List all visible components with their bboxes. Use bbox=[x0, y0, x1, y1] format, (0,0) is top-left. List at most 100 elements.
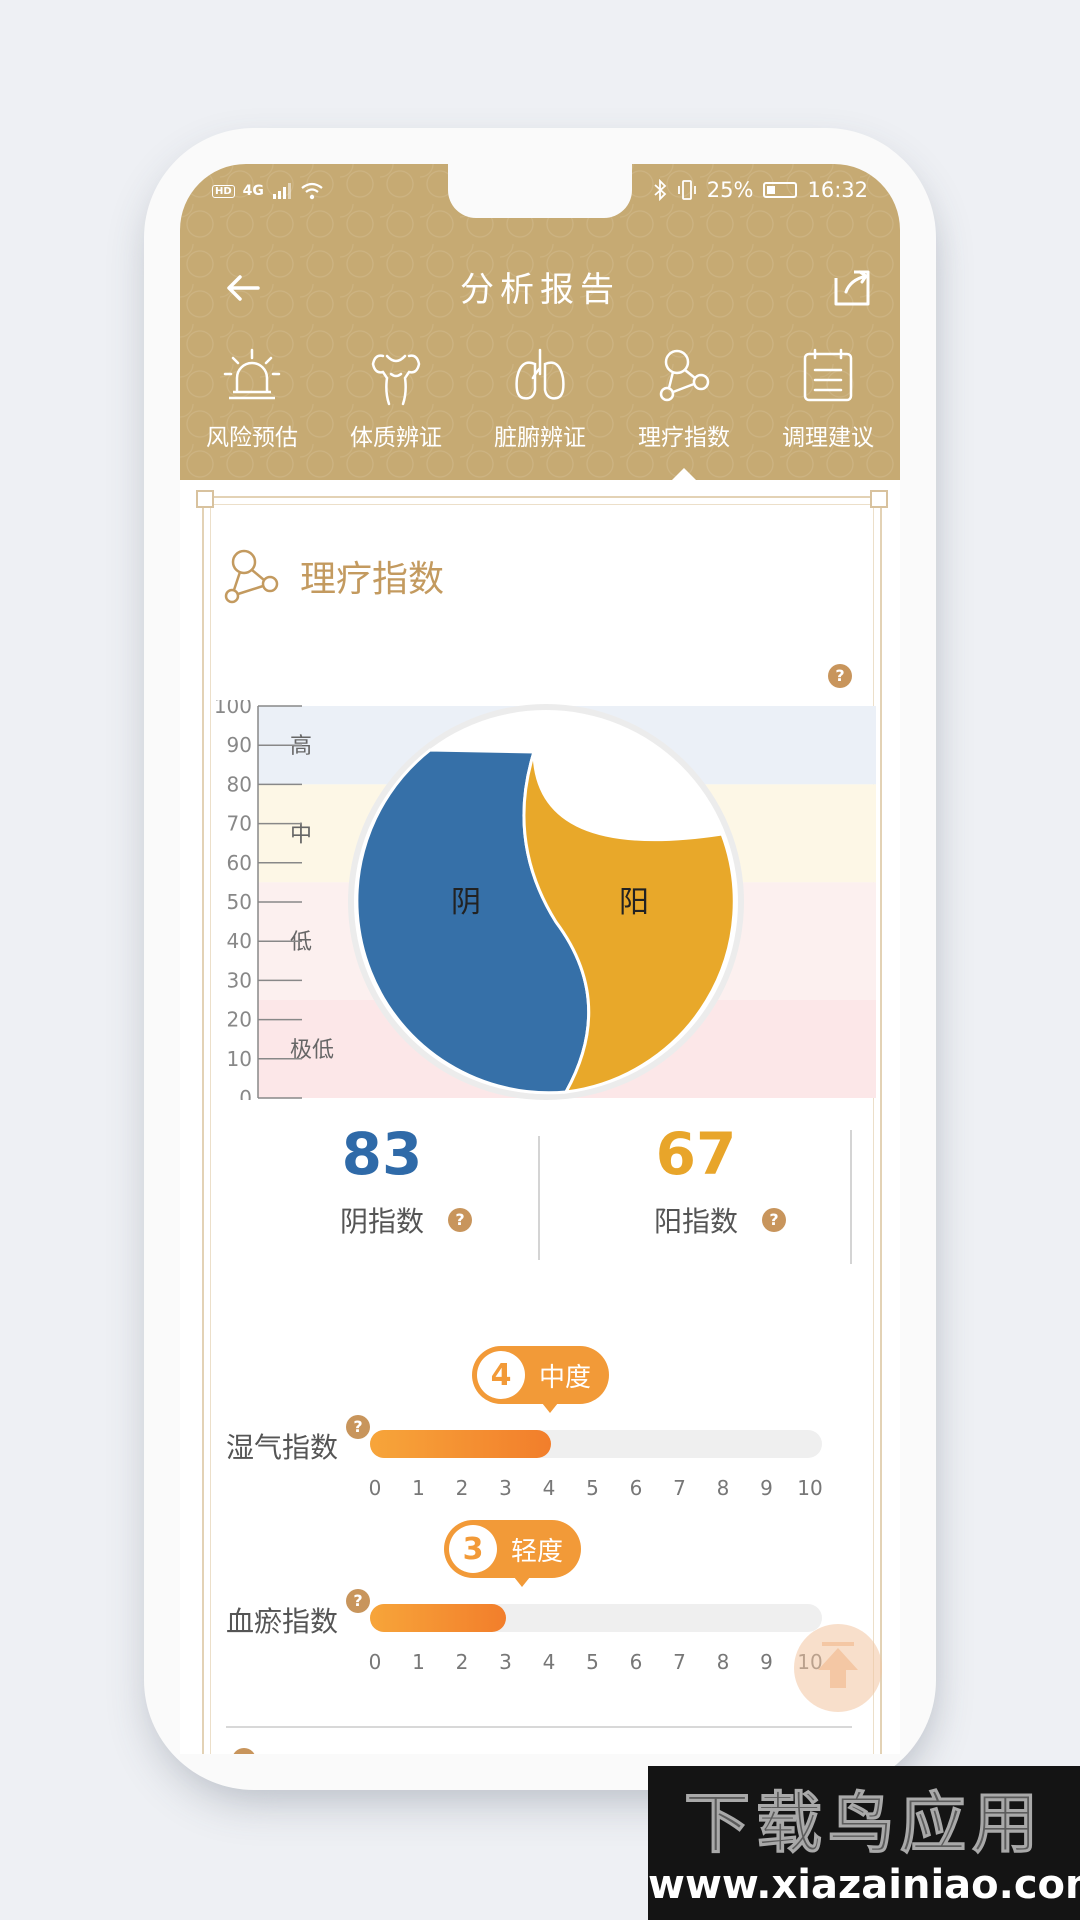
arrow-up-icon bbox=[818, 1642, 858, 1688]
y-tick-label: 90 bbox=[227, 733, 252, 757]
y-tick-label: 30 bbox=[227, 968, 252, 992]
bluetooth-icon bbox=[654, 179, 667, 201]
tab-advice[interactable]: 调理建议 bbox=[756, 344, 900, 480]
scale-tick: 9 bbox=[760, 1650, 773, 1674]
scale-tick: 10 bbox=[797, 1476, 823, 1500]
y-tick-label: 50 bbox=[227, 890, 252, 914]
signal-icon bbox=[272, 183, 291, 199]
bubble-pointer bbox=[542, 1403, 558, 1413]
battery-percent: 25% bbox=[706, 178, 754, 202]
dampness-index-label: 湿气指数 bbox=[226, 1431, 339, 1464]
blood-stasis-help-icon[interactable]: ? bbox=[346, 1589, 370, 1613]
yin-yang-chart: 高中低极低 100 90 80 70 60 50 40 30 20 10 0 阴阳 bbox=[200, 694, 880, 1110]
scale-tick: 9 bbox=[760, 1476, 773, 1500]
scale-tick: 1 bbox=[412, 1650, 425, 1674]
scale-tick: 6 bbox=[629, 1650, 643, 1674]
scale-tick: 7 bbox=[673, 1476, 686, 1500]
muscle-body-icon bbox=[371, 354, 421, 406]
band-label: 中 bbox=[290, 822, 312, 847]
yang-index-value: 67 bbox=[655, 1120, 737, 1188]
tab-bar: 风险预估 体质辨证 脏腑辨证 理疗指数 调理建议 bbox=[180, 344, 900, 482]
level-number: 3 bbox=[449, 1525, 497, 1573]
clipboard-icon bbox=[803, 348, 853, 402]
tab-label: 体质辨证 bbox=[350, 425, 442, 451]
yang-help-icon[interactable]: ? bbox=[762, 1208, 786, 1232]
tab-organs[interactable]: 脏腑辨证 bbox=[468, 344, 612, 480]
band-label: 低 bbox=[290, 930, 312, 955]
section-title: 理疗指数 bbox=[300, 559, 445, 600]
dampness-scale: 0 1 2 3 4 5 6 7 8 9 10 bbox=[360, 1476, 840, 1500]
frame-corner bbox=[870, 490, 888, 508]
status-bar-right: 25% 16:32 bbox=[653, 178, 868, 202]
dampness-progress-fill bbox=[370, 1430, 551, 1458]
scale-tick: 6 bbox=[629, 1476, 643, 1500]
dampness-help-icon[interactable]: ? bbox=[346, 1415, 370, 1439]
header: HD 4G 25% 16:32 分析报告 风险预估 体质辨证 脏腑辨证 理疗指数… bbox=[180, 164, 900, 482]
molecule-icon bbox=[659, 349, 710, 402]
camera-notch bbox=[448, 164, 632, 218]
scale-tick: 4 bbox=[542, 1650, 556, 1674]
tab-therapy-index[interactable]: 理疗指数 bbox=[612, 344, 756, 482]
scale-tick: 3 bbox=[499, 1476, 512, 1500]
chart-help-icon[interactable]: ? bbox=[828, 664, 852, 688]
y-tick-label: 40 bbox=[227, 929, 252, 953]
watermark: 下载鸟应用 www.xiazainiao.com bbox=[648, 1766, 1080, 1920]
y-tick-label: 60 bbox=[227, 851, 252, 875]
y-tick-label: 0 bbox=[239, 1086, 252, 1100]
scale-tick: 7 bbox=[673, 1650, 686, 1674]
scroll-to-top-button[interactable] bbox=[794, 1624, 882, 1712]
stats-divider bbox=[538, 1136, 540, 1260]
frame-corner bbox=[196, 490, 214, 508]
section-divider bbox=[226, 1726, 852, 1728]
y-tick-label: 70 bbox=[227, 812, 252, 836]
y-tick-label: 20 bbox=[227, 1008, 252, 1032]
tab-constitution[interactable]: 体质辨证 bbox=[324, 344, 468, 480]
yin-index-value: 83 bbox=[341, 1120, 423, 1188]
clock: 16:32 bbox=[807, 178, 868, 202]
blood-stasis-scale: 012345678910 bbox=[360, 1650, 840, 1674]
level-bubble: 4 中度 bbox=[472, 1346, 610, 1413]
y-tick-label: 80 bbox=[227, 772, 252, 796]
share-button[interactable] bbox=[828, 264, 876, 312]
level-bubble: 3 轻度 bbox=[444, 1520, 582, 1587]
bubble-pointer bbox=[514, 1577, 530, 1587]
scale-tick: 5 bbox=[586, 1650, 599, 1674]
scale-tick: 3 bbox=[499, 1650, 512, 1674]
scale-tick: 0 bbox=[368, 1476, 382, 1500]
scale-tick: 5 bbox=[586, 1476, 599, 1500]
dampness-progress-track bbox=[370, 1430, 822, 1458]
level-text: 轻度 bbox=[511, 1536, 564, 1567]
lungs-icon bbox=[515, 348, 565, 400]
scale-tick: 2 bbox=[455, 1476, 469, 1500]
wifi-icon bbox=[301, 182, 323, 200]
level-text: 中度 bbox=[539, 1362, 592, 1393]
stats-divider bbox=[850, 1130, 852, 1264]
scale-tick: 2 bbox=[455, 1650, 469, 1674]
blood-stasis-progress-fill bbox=[370, 1604, 506, 1632]
scale-tick: 4 bbox=[542, 1476, 556, 1500]
tab-label: 脏腑辨证 bbox=[494, 425, 586, 451]
page-title: 分析报告 bbox=[460, 270, 620, 310]
blood-stasis-index-label: 血瘀指数 bbox=[226, 1605, 339, 1638]
status-bar-left: HD 4G bbox=[212, 182, 324, 200]
alarm-light-icon bbox=[223, 348, 281, 400]
vibrate-icon bbox=[677, 180, 696, 200]
share-icon bbox=[834, 270, 870, 306]
report-content: 理疗指数 ? 高中低极低 100 90 80 70 60 50 40 30 20 10 0 阴阳 83 … bbox=[180, 480, 900, 1754]
tab-label: 风险预估 bbox=[206, 425, 298, 451]
tab-risk-estimate[interactable]: 风险预估 bbox=[180, 344, 324, 480]
band-label: 高 bbox=[290, 734, 312, 759]
battery-icon bbox=[763, 182, 798, 198]
blood-stasis-progress-track bbox=[370, 1604, 822, 1632]
tab-label: 理疗指数 bbox=[638, 425, 730, 451]
scale-tick: 8 bbox=[716, 1476, 730, 1500]
tab-label: 调理建议 bbox=[782, 425, 874, 451]
scale-tick: 0 bbox=[368, 1650, 382, 1674]
y-tick-label: 10 bbox=[227, 1047, 252, 1071]
y-tick-label: 100 bbox=[214, 700, 252, 718]
watermark-url: www.xiazainiao.com bbox=[648, 1862, 1080, 1908]
chart-svg: 高中低极低1009080706050403020100阴阳 bbox=[214, 694, 876, 1110]
hd-badge: HD bbox=[212, 184, 235, 198]
yin-help-icon[interactable]: ? bbox=[448, 1208, 472, 1232]
watermark-title: 下载鸟应用 bbox=[684, 1785, 1044, 1863]
